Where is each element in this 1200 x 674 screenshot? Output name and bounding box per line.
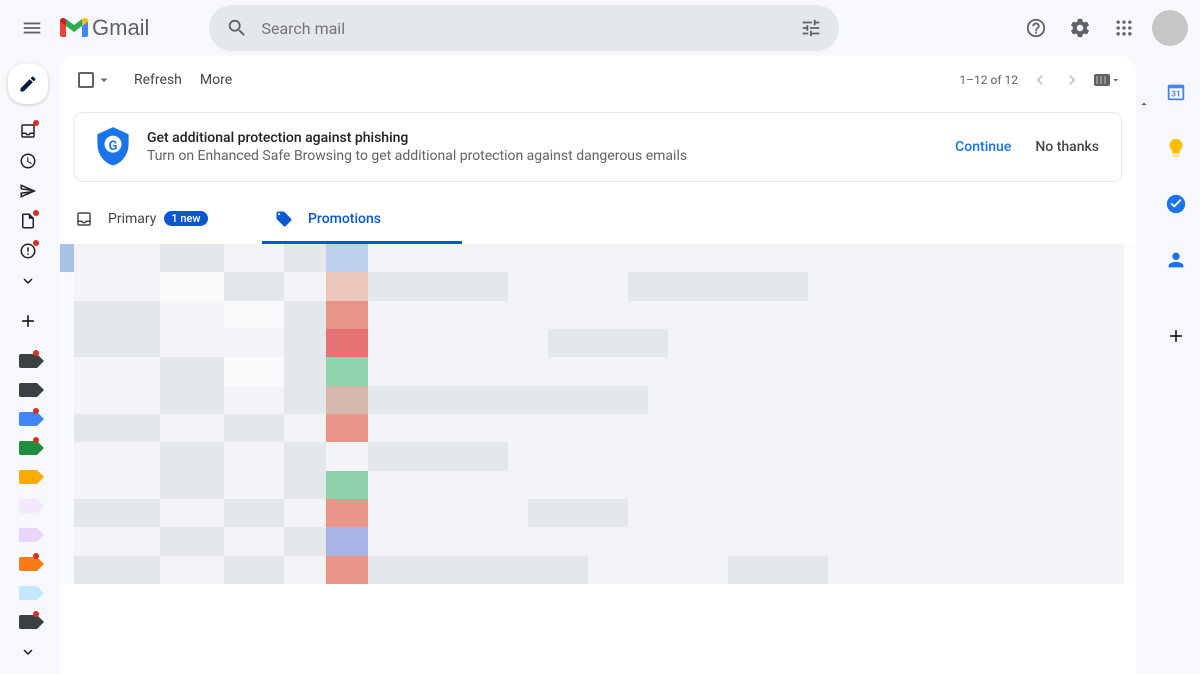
tab-primary-badge: 1 new <box>164 211 207 226</box>
inbox-icon <box>74 209 94 229</box>
nav-sent[interactable] <box>12 177 44 205</box>
tab-promotions[interactable]: Promotions <box>262 196 462 244</box>
banner-subtitle: Turn on Enhanced Safe Browsing to get ad… <box>147 148 955 164</box>
header: Gmail <box>0 0 1200 56</box>
more-button[interactable]: More <box>200 72 232 88</box>
contacts-app-icon[interactable] <box>1156 240 1196 280</box>
prev-page-button[interactable] <box>1024 64 1056 96</box>
nav-label[interactable] <box>12 434 44 462</box>
keep-app-icon[interactable] <box>1156 128 1196 168</box>
shield-icon: G <box>93 127 133 167</box>
search-input[interactable] <box>257 19 791 38</box>
input-tools-button[interactable] <box>1094 70 1122 90</box>
next-page-button[interactable] <box>1056 64 1088 96</box>
tag-icon <box>274 209 294 229</box>
search-icon[interactable] <box>217 8 257 48</box>
nav-new-label[interactable] <box>12 307 44 335</box>
nav-label[interactable] <box>12 579 44 607</box>
tab-primary[interactable]: Primary 1 new <box>62 196 262 244</box>
account-avatar[interactable] <box>1152 10 1188 46</box>
right-side-panel: 31 <box>1152 56 1200 674</box>
nav-label[interactable] <box>12 608 44 636</box>
svg-text:G: G <box>109 139 118 154</box>
banner-continue-button[interactable]: Continue <box>955 139 1011 155</box>
search-container <box>209 5 839 51</box>
tab-promotions-label: Promotions <box>308 211 381 227</box>
scrollbar-up[interactable] <box>1136 96 1152 112</box>
nav-drafts[interactable] <box>12 207 44 235</box>
gmail-logo-text: Gmail <box>92 15 149 41</box>
banner-title: Get additional protection against phishi… <box>147 130 955 146</box>
nav-label[interactable] <box>12 347 44 375</box>
main-menu-button[interactable] <box>8 4 56 52</box>
help-button[interactable] <box>1016 8 1056 48</box>
gmail-logo-icon <box>60 17 88 39</box>
pagination-count: 1–12 of 12 <box>959 73 1018 87</box>
nav-label[interactable] <box>12 550 44 578</box>
safe-browsing-banner: G Get additional protection against phis… <box>74 112 1122 182</box>
banner-dismiss-button[interactable]: No thanks <box>1035 139 1099 155</box>
left-navigation <box>0 56 56 674</box>
nav-inbox[interactable] <box>12 117 44 145</box>
get-addons-icon[interactable] <box>1156 316 1196 356</box>
nav-label[interactable] <box>12 405 44 433</box>
search-bar[interactable] <box>209 5 839 51</box>
calendar-app-icon[interactable]: 31 <box>1156 72 1196 112</box>
nav-more[interactable] <box>12 267 44 295</box>
nav-label[interactable] <box>12 521 44 549</box>
compose-button[interactable] <box>8 64 48 104</box>
nav-label[interactable] <box>12 376 44 404</box>
svg-text:31: 31 <box>1171 90 1180 100</box>
select-all-checkbox[interactable] <box>74 68 116 92</box>
nav-labels-more[interactable] <box>12 638 44 666</box>
main-content: Refresh More 1–12 of 12 G Get additional… <box>60 56 1136 674</box>
category-tabs: Primary 1 new Promotions <box>60 196 1136 244</box>
settings-button[interactable] <box>1060 8 1100 48</box>
nav-label[interactable] <box>12 463 44 491</box>
nav-snoozed[interactable] <box>12 147 44 175</box>
refresh-button[interactable]: Refresh <box>134 72 182 88</box>
tab-primary-label: Primary <box>108 211 156 227</box>
email-list-redacted <box>60 244 1136 584</box>
mail-toolbar: Refresh More 1–12 of 12 <box>60 56 1136 104</box>
gmail-logo[interactable]: Gmail <box>60 15 149 41</box>
apps-button[interactable] <box>1104 8 1144 48</box>
nav-label[interactable] <box>12 492 44 520</box>
search-options-icon[interactable] <box>791 8 831 48</box>
tasks-app-icon[interactable] <box>1156 184 1196 224</box>
nav-spam[interactable] <box>12 237 44 265</box>
